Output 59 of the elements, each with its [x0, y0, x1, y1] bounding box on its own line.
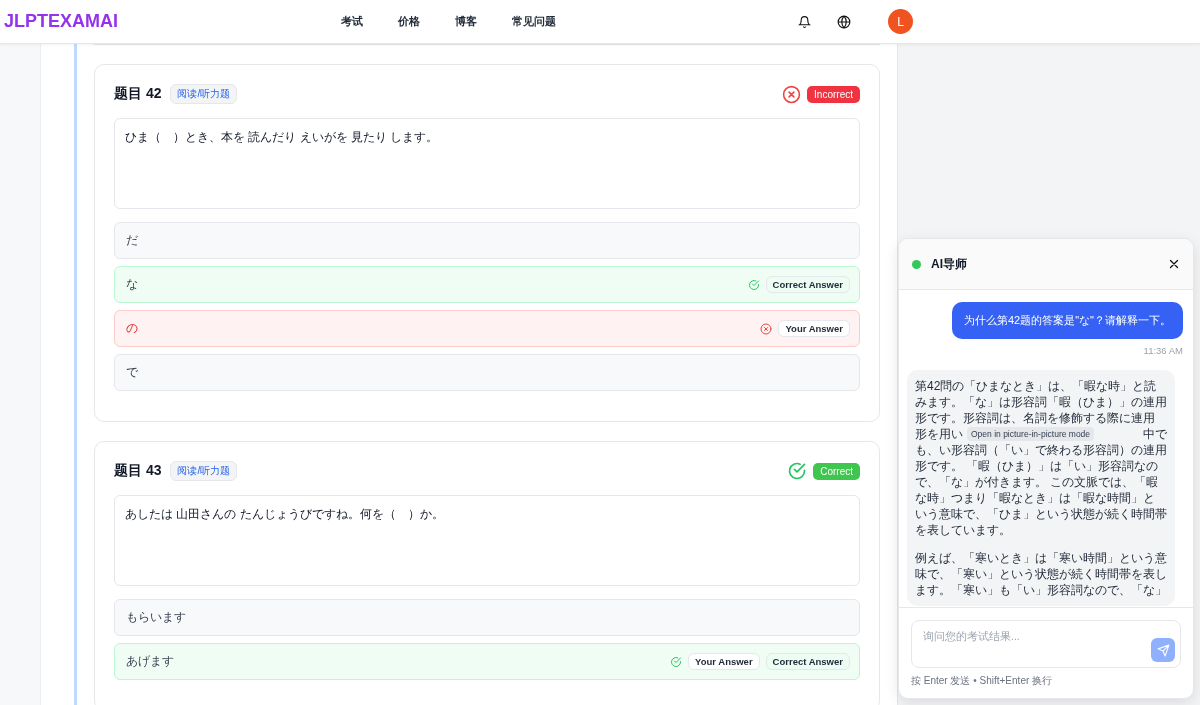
answer-badge: Your Answer — [688, 653, 760, 670]
question-tag: 阅读/听力题 — [170, 461, 238, 481]
message-line: 形です。 「暇（ひま）」は「い」形容詞なの — [915, 458, 1159, 474]
answer-option[interactable]: あげます Your Answer Correct Answer — [114, 643, 860, 680]
answer-option[interactable]: だ — [114, 222, 860, 259]
message-line: 形です。形容詞は、名詞を修飾する際に連用 — [915, 410, 1155, 426]
tooltip: Open in picture-in-picture mode — [967, 427, 1095, 441]
user-message: 为什么第42题的答案是"な"？请解释一下。 — [951, 302, 1183, 339]
user-avatar[interactable]: L — [888, 9, 913, 34]
result-badge: Correct — [813, 462, 860, 480]
answer-badge: Correct Answer — [765, 653, 850, 670]
check-circle-icon — [787, 461, 808, 481]
message-line: 第42問の「ひまなとき」は、「暇な時」と読 — [915, 378, 1157, 394]
chat-input[interactable]: 询问您的考试结果... — [911, 620, 1181, 668]
message-line: みます。「な」は形容詞「暇（ひま）」の連用 — [915, 394, 1167, 410]
option-text: の — [126, 320, 139, 337]
option-text: あげます — [126, 653, 175, 670]
message-line: いう意味で、「ひま」という状態が続く時間帯 — [915, 506, 1167, 522]
question-tag: 阅读/听力题 — [170, 84, 238, 104]
check-circle-icon — [670, 655, 683, 668]
globe-icon[interactable] — [837, 14, 851, 29]
answer-option[interactable]: の Your Answer — [114, 310, 860, 347]
answer-badge: Correct Answer — [765, 276, 850, 293]
logo[interactable]: JLPTEXAMAI — [0, 11, 341, 32]
x-circle-icon — [782, 84, 802, 104]
message-line: ます。「寒い」も「い」形容詞なので、「な」 — [915, 582, 1167, 598]
check-circle-icon — [747, 278, 760, 291]
message-time: 11:36 AM — [1143, 345, 1183, 356]
option-text: だ — [126, 232, 139, 249]
question-text: あしたは 山田さんの たんじょうびですね。何を（ ）か。 — [114, 495, 860, 586]
answer-option[interactable]: もらいます — [114, 599, 860, 636]
input-hint: 按 Enter 发送 • Shift+Enter 换行 — [911, 674, 1054, 688]
question-title: 题目 43 — [114, 462, 162, 480]
message-line: 中で — [1143, 426, 1167, 442]
close-button[interactable] — [1168, 258, 1180, 270]
answer-badge: Your Answer — [778, 320, 850, 337]
chat-title: AI导师 — [931, 255, 968, 273]
option-text: な — [126, 276, 139, 293]
x-circle-icon — [760, 322, 773, 335]
option-text: で — [126, 364, 139, 381]
message-line: 形を用い — [915, 426, 963, 442]
question-text: ひま（ ）とき、本を 読んだり えいがを 見たり します。 — [114, 118, 860, 209]
nav-link[interactable]: 考试 — [341, 14, 398, 29]
answer-option[interactable]: な Correct Answer — [114, 266, 860, 303]
option-text: もらいます — [126, 609, 187, 626]
nav-link[interactable]: 常见问题 — [512, 14, 569, 29]
send-icon — [1156, 643, 1170, 657]
question-title: 题目 42 — [114, 85, 162, 103]
nav-link[interactable]: 博客 — [455, 14, 512, 29]
result-badge: Incorrect — [807, 85, 860, 103]
message-line: な時」つまり「暇なとき」は「暇な時間」と — [915, 490, 1155, 506]
answer-option[interactable]: で — [114, 354, 860, 391]
message-line: で、「な」が付きます。 この文脈では、「暇 — [915, 474, 1159, 490]
nav-link[interactable]: 价格 — [398, 14, 455, 29]
message-line: 例えば、「寒いとき」は「寒い時間」という意 — [915, 550, 1167, 566]
bell-icon[interactable] — [797, 14, 811, 29]
message-line: 味で、「寒い」という状態が続く時間帯を表し — [915, 566, 1167, 582]
message-line: も、い形容詞（「い」で終わる形容詞）の連用 — [915, 442, 1167, 458]
message-line: を表しています。 — [915, 522, 1011, 538]
